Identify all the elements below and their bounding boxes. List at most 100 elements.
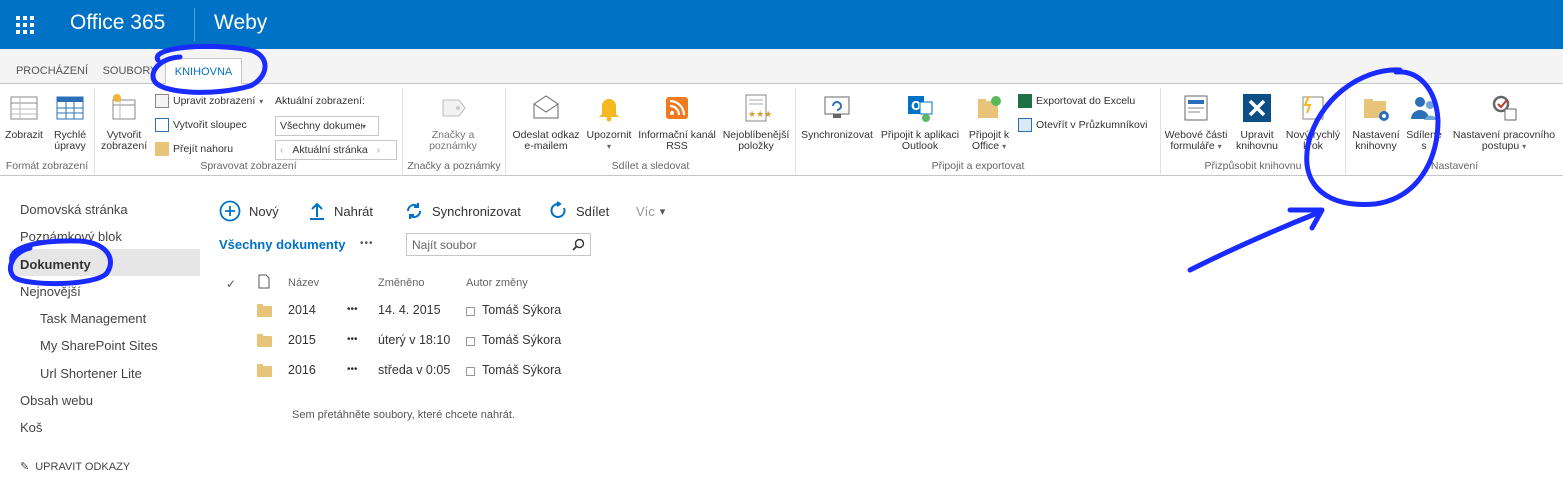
rychle-upravy-button[interactable]: Rychlé úpravy xyxy=(50,92,90,152)
annotation-arrowhead xyxy=(1287,207,1325,231)
nav-item-documents[interactable]: Dokumenty xyxy=(20,257,91,272)
group-label: Spravovat zobrazení xyxy=(200,160,297,172)
novy-rychly-krok-button[interactable]: Nový rychlý krok xyxy=(1283,92,1343,152)
nav-item-task-management[interactable]: Task Management xyxy=(40,311,146,326)
search-input[interactable]: Najít soubor xyxy=(406,233,591,256)
item-name[interactable]: 2016 xyxy=(288,363,316,377)
new-button[interactable]: Nový xyxy=(219,200,279,222)
zobrazit-button[interactable]: Zobrazit xyxy=(4,92,44,141)
item-menu-icon[interactable]: ••• xyxy=(347,334,358,345)
label: krok xyxy=(1303,140,1323,152)
chevron-down-icon: ▾ xyxy=(1522,142,1527,151)
rss-button[interactable]: Informační kanál RSS xyxy=(637,92,717,152)
tools-icon xyxy=(1243,94,1271,122)
office-button[interactable]: Připojit k Office ▾ xyxy=(964,92,1014,152)
group-share: Odeslat odkaz e-mailem Upozornit ▾ Infor… xyxy=(506,88,796,174)
nastaveni-knihovny-button[interactable]: Nastavení knihovny xyxy=(1348,92,1404,152)
item-modified: středa v 0:05 xyxy=(378,363,451,377)
chevron-right-icon[interactable]: › xyxy=(377,144,381,156)
prejit-nahoru-button[interactable]: Přejít nahoru xyxy=(155,140,233,158)
form-web-parts-icon xyxy=(1184,95,1208,121)
excel-icon xyxy=(1018,94,1032,108)
export-excel-button[interactable]: Exportovat do Excelu xyxy=(1018,92,1135,110)
label: Upravit zobrazení xyxy=(173,95,256,107)
create-view-icon xyxy=(112,94,136,120)
item-name[interactable]: 2014 xyxy=(288,303,316,317)
datasheet-icon xyxy=(56,96,84,120)
table-row[interactable]: 2016 ••• středa v 0:05 Tomáš Sýkora xyxy=(219,360,579,382)
chevron-down-icon: ▾ xyxy=(1002,142,1007,151)
sync-label: Synchronizovat xyxy=(432,203,521,219)
nav-item-site-contents[interactable]: Obsah webu xyxy=(20,393,93,408)
label: Upozornit xyxy=(586,129,632,141)
outlook-button[interactable]: O Připojit k aplikaci Outlook xyxy=(878,92,962,152)
upravit-zobrazeni-button[interactable]: Upravit zobrazení ▾ xyxy=(155,92,263,110)
upozornit-button[interactable]: Upozornit ▾ xyxy=(584,92,634,152)
odeslat-odkaz-button[interactable]: Odeslat odkaz e-mailem xyxy=(510,92,582,152)
item-author[interactable]: Tomáš Sýkora xyxy=(482,333,561,347)
ribbon: Zobrazit Rychlé úpravy Formát zobrazení … xyxy=(0,84,1563,176)
nejoblibenejsi-button[interactable]: ★★★ Nejoblíbenější položky xyxy=(720,92,792,152)
group-settings: Nastavení knihovny Sdílené s Nastavení p… xyxy=(1346,88,1563,174)
table-row[interactable]: 2015 ••• úterý v 18:10 Tomáš Sýkora xyxy=(219,330,579,352)
select-all-checkbox[interactable]: ✓ xyxy=(226,277,236,291)
znacky-poznamky-button[interactable]: Značky a poznámky xyxy=(413,92,493,152)
nav-item-recent[interactable]: Nejnovější xyxy=(20,284,81,299)
item-name[interactable]: 2015 xyxy=(288,333,316,347)
group-label: Nastavení xyxy=(1430,160,1479,172)
label: Přejít nahoru xyxy=(173,143,234,155)
upload-button[interactable]: Nahrát xyxy=(308,201,373,221)
sdilene-s-button[interactable]: Sdílené s xyxy=(1404,92,1444,152)
search-placeholder: Najít soubor xyxy=(412,238,477,252)
more-button[interactable]: Víc ▾ xyxy=(636,201,665,221)
site-title[interactable]: Weby xyxy=(214,11,267,35)
vytvorit-sloupec-button[interactable]: Vytvořit sloupec xyxy=(155,116,247,134)
item-author[interactable]: Tomáš Sýkora xyxy=(482,363,561,377)
item-menu-icon[interactable]: ••• xyxy=(347,364,358,375)
pencil-icon: ✎ xyxy=(20,461,30,473)
upravit-knihovnu-button[interactable]: Upravit knihovnu xyxy=(1231,92,1283,152)
chevron-left-icon[interactable]: ‹ xyxy=(280,144,284,156)
web-parts-button[interactable]: Webové části formuláře ▾ xyxy=(1163,92,1229,152)
quick-step-icon xyxy=(1302,95,1324,120)
nav-item-recycle-bin[interactable]: Koš xyxy=(20,420,42,435)
view-name[interactable]: Všechny dokumenty xyxy=(219,237,345,252)
more-label: Víc xyxy=(636,203,655,219)
vytvorit-zobrazeni-button[interactable]: Vytvořit zobrazení xyxy=(101,92,147,152)
app-launcher-icon[interactable] xyxy=(0,0,49,49)
search-icon[interactable] xyxy=(572,238,585,251)
brand-title[interactable]: Office 365 xyxy=(70,11,165,35)
sync-button[interactable]: Synchronizovat xyxy=(404,201,521,221)
open-explorer-button[interactable]: Otevřít v Průzkumníkovi xyxy=(1018,116,1147,134)
column-header-author[interactable]: Autor změny xyxy=(466,277,528,289)
group-label: Formát zobrazení xyxy=(5,160,89,172)
nav-item-my-sharepoint-sites[interactable]: My SharePoint Sites xyxy=(40,338,158,353)
column-header-modified[interactable]: Změněno xyxy=(378,277,424,289)
nav-item-url-shortener[interactable]: Url Shortener Lite xyxy=(40,366,142,381)
synchronizovat-ribbon-button[interactable]: Synchronizovat xyxy=(800,92,874,141)
explorer-icon xyxy=(1018,118,1032,132)
item-menu-icon[interactable]: ••• xyxy=(347,304,358,315)
nav-item-home[interactable]: Domovská stránka xyxy=(20,202,128,217)
column-header-name[interactable]: Název xyxy=(288,277,319,289)
divider xyxy=(194,8,195,41)
edit-links-button[interactable]: ✎ UPRAVIT ODKAZY xyxy=(20,460,130,474)
share-button[interactable]: Sdílet xyxy=(548,201,609,221)
view-select[interactable]: Všechny dokumenty▾ xyxy=(275,116,379,136)
view-icon xyxy=(10,96,38,120)
group-label: Přizpůsobit knihovnu xyxy=(1204,160,1302,172)
library-settings-icon xyxy=(1364,99,1389,121)
nav-item-notebook[interactable]: Poznámkový blok xyxy=(20,229,122,244)
view-more-icon[interactable]: ••• xyxy=(360,238,374,249)
table-row[interactable]: 2014 ••• 14. 4. 2015 Tomáš Sýkora xyxy=(219,300,579,322)
item-author[interactable]: Tomáš Sýkora xyxy=(482,303,561,317)
workflow-settings-icon xyxy=(1492,95,1517,121)
upload-label: Nahrát xyxy=(334,203,374,219)
tab-prochazeni[interactable]: PROCHÁZENÍ xyxy=(12,58,92,84)
group-label: Značky a poznámky xyxy=(407,160,501,172)
chevron-down-icon: ▾ xyxy=(659,205,666,218)
tab-knihovna[interactable]: KNIHOVNA xyxy=(165,58,242,85)
tab-soubory[interactable]: SOUBORY xyxy=(99,58,161,84)
workflow-settings-button[interactable]: Nastavení pracovního postupu ▾ xyxy=(1448,92,1560,152)
share-label: Sdílet xyxy=(576,203,610,219)
